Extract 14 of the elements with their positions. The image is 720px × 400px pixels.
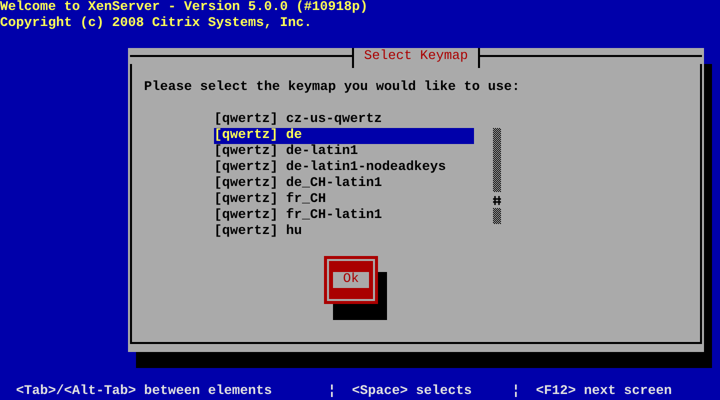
keymap-list-item[interactable]: [qwertz] de bbox=[214, 128, 474, 144]
keymap-list-item[interactable]: [qwertz] de-latin1-nodeadkeys bbox=[214, 160, 474, 176]
keymap-list-item[interactable]: [qwertz] fr_CH-latin1 bbox=[214, 208, 474, 224]
keymap-list-item[interactable]: [qwertz] de-latin1 bbox=[214, 144, 474, 160]
help-bar-text: <Tab>/<Alt-Tab> between elements ¦ <Space> selects ¦ <F12> next screen bbox=[16, 384, 672, 400]
prompt-text: Please select the keymap you would like to use: bbox=[144, 80, 520, 96]
dialog-title: Select Keymap bbox=[352, 48, 480, 68]
keymap-list-item[interactable]: [qwertz] hu bbox=[214, 224, 474, 240]
keymap-list-item[interactable]: [qwertz] cz-us-qwertz bbox=[214, 112, 474, 128]
header-title: Welcome to XenServer - Version 5.0.0 (#10918p) bbox=[0, 0, 368, 16]
keymap-list-item[interactable]: [qwertz] fr_CH bbox=[214, 192, 474, 208]
keymap-list-item[interactable]: [qwertz] de_CH-latin1 bbox=[214, 176, 474, 192]
scrollbar-drawing[interactable] bbox=[493, 128, 501, 224]
copyright-text: Copyright (c) 2008 Citrix Systems, Inc. bbox=[0, 16, 312, 32]
